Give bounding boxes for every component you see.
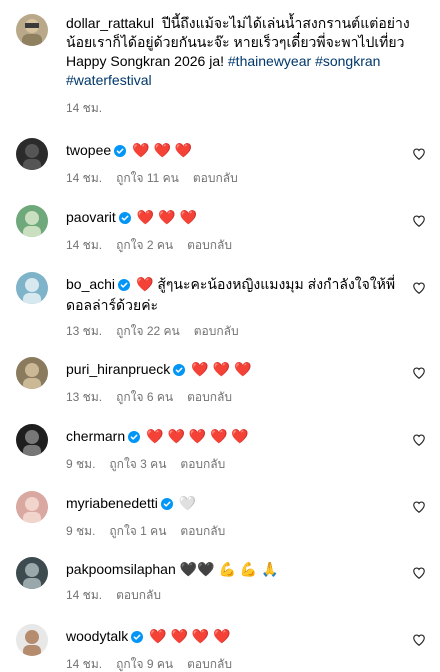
verified-badge-icon (114, 143, 127, 162)
like-count[interactable]: ถูกใจ 9 คน (116, 657, 173, 671)
avatar[interactable] (16, 424, 48, 456)
timestamp: 14 ชม. (66, 238, 103, 252)
comment-text-block: chermarn ❤️ ❤️ ❤️ ❤️ ❤️ (66, 427, 398, 448)
caption-text-block: dollar_rattakul ปีนี้ถึงแม้จะไม่ได้เล่นน… (66, 14, 420, 90)
comment-text-block: paovarit ❤️ ❤️ ❤️ (66, 208, 398, 229)
reply-button[interactable]: ตอบกลับ (193, 171, 238, 185)
like-heart-icon[interactable] (412, 214, 426, 228)
like-count[interactable]: ถูกใจ 11 คน (116, 171, 179, 185)
comment-text: ❤️ ❤️ ❤️ (136, 209, 197, 225)
verified-badge-icon (118, 277, 131, 296)
comment-text: ❤️ สู้ๆนะคะน้องหญิงแมงมุม ส่งกำลังใจให้พ… (66, 276, 396, 313)
comment-text-block: bo_achi ❤️ สู้ๆนะคะน้องหญิงแมงมุม ส่งกำลั… (66, 275, 398, 315)
timestamp: 14 ชม. (66, 101, 103, 115)
like-count[interactable]: ถูกใจ 1 คน (109, 524, 166, 538)
comment-text: 🖤🖤 💪 💪 🙏 (179, 561, 279, 577)
like-heart-icon[interactable] (412, 433, 426, 447)
avatar[interactable] (16, 624, 48, 656)
username[interactable]: chermarn (66, 428, 125, 444)
reply-button[interactable]: ตอบกลับ (187, 238, 232, 252)
comment-text-block: myriabenedetti 🤍 (66, 494, 398, 515)
comment-text: ❤️ ❤️ ❤️ (191, 361, 252, 377)
reply-button[interactable]: ตอบกลับ (180, 524, 225, 538)
avatar[interactable] (16, 357, 48, 389)
verified-badge-icon (131, 629, 144, 648)
username[interactable]: twopee (66, 142, 111, 158)
like-heart-icon[interactable] (412, 633, 426, 647)
hashtag[interactable]: #thainewyear (228, 53, 311, 69)
hashtag[interactable]: #waterfestival (66, 72, 152, 88)
like-heart-icon[interactable] (412, 147, 426, 161)
username[interactable]: dollar_rattakul (66, 15, 154, 31)
timestamp: 9 ชม. (66, 524, 96, 538)
avatar[interactable] (16, 491, 48, 523)
like-count[interactable]: ถูกใจ 3 คน (109, 457, 166, 471)
timestamp: 13 ชม. (66, 324, 103, 338)
reply-button[interactable]: ตอบกลับ (187, 657, 232, 671)
comment-text: ❤️ ❤️ ❤️ ❤️ (149, 628, 231, 644)
comment-text-block: woodytalk ❤️ ❤️ ❤️ ❤️ (66, 627, 398, 648)
timestamp: 14 ชม. (66, 171, 103, 185)
verified-badge-icon (128, 429, 141, 448)
avatar[interactable] (16, 138, 48, 170)
verified-badge-icon (173, 362, 186, 381)
reply-button[interactable]: ตอบกลับ (194, 324, 239, 338)
like-heart-icon[interactable] (412, 366, 426, 380)
comment-text: ❤️ ❤️ ❤️ (132, 142, 193, 158)
like-heart-icon[interactable] (412, 500, 426, 514)
comment-text: ❤️ ❤️ ❤️ ❤️ ❤️ (146, 428, 249, 444)
username[interactable]: woodytalk (66, 628, 128, 644)
avatar[interactable] (16, 14, 48, 46)
avatar[interactable] (16, 272, 48, 304)
timestamp: 9 ชม. (66, 457, 96, 471)
avatar[interactable] (16, 205, 48, 237)
reply-button[interactable]: ตอบกลับ (180, 457, 225, 471)
reply-button[interactable]: ตอบกลับ (187, 390, 232, 404)
username[interactable]: puri_hiranprueck (66, 361, 170, 377)
comment-text-block: pakpoomsilaphan 🖤🖤 💪 💪 🙏 (66, 560, 398, 579)
hashtag[interactable]: #songkran (315, 53, 380, 69)
comment-text: 🤍 (178, 495, 197, 511)
avatar[interactable] (16, 557, 48, 589)
like-count[interactable]: ถูกใจ 6 คน (116, 390, 173, 404)
username[interactable]: bo_achi (66, 276, 115, 292)
verified-badge-icon (118, 210, 131, 229)
like-heart-icon[interactable] (412, 566, 426, 580)
comment-text-block: twopee ❤️ ❤️ ❤️ (66, 141, 398, 162)
like-count[interactable]: ถูกใจ 2 คน (116, 238, 173, 252)
username[interactable]: pakpoomsilaphan (66, 561, 176, 577)
like-count[interactable]: ถูกใจ 22 คน (116, 324, 180, 338)
timestamp: 14 ชม. (66, 657, 103, 671)
username[interactable]: paovarit (66, 209, 116, 225)
comment-text-block: puri_hiranprueck ❤️ ❤️ ❤️ (66, 360, 398, 381)
timestamp: 13 ชม. (66, 390, 103, 404)
username[interactable]: myriabenedetti (66, 495, 158, 511)
like-heart-icon[interactable] (412, 281, 426, 295)
reply-button[interactable]: ตอบกลับ (116, 588, 161, 602)
verified-badge-icon (160, 496, 173, 515)
timestamp: 14 ชม. (66, 588, 103, 602)
